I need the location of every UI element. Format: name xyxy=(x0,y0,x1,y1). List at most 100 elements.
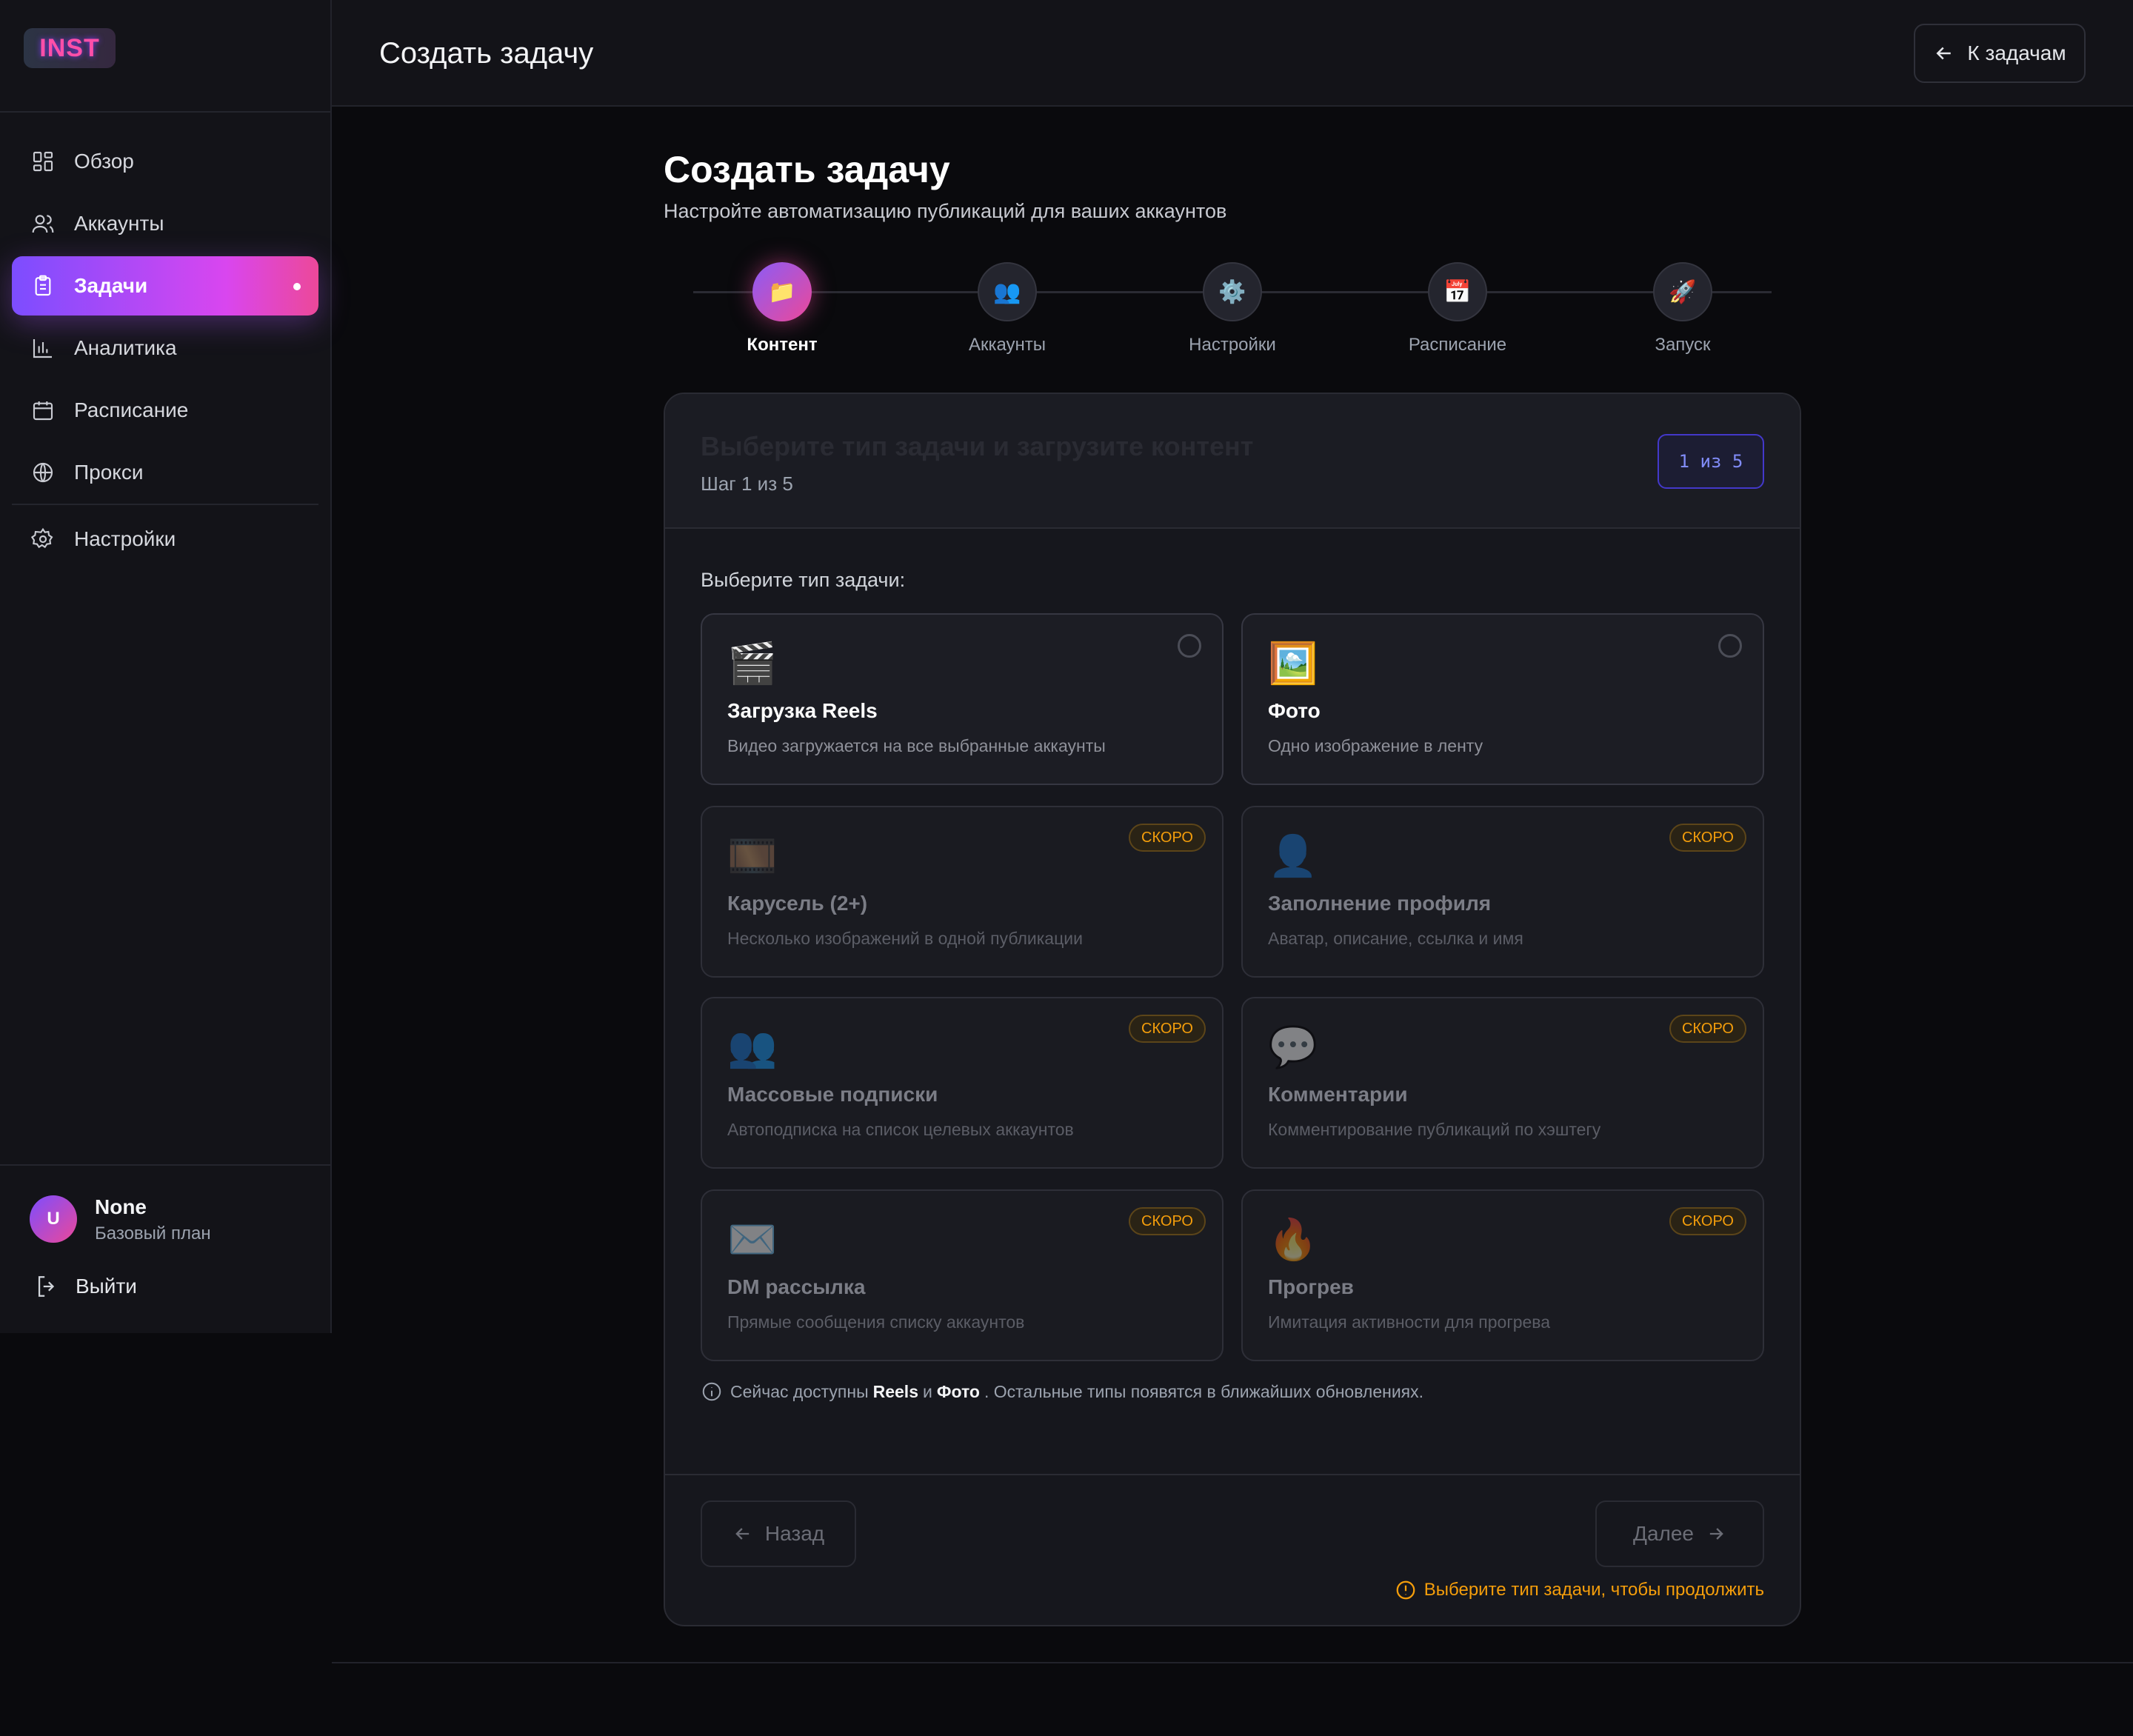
sidebar: INST Обзор Аккаунты Задачи Аналитика Рас… xyxy=(0,0,332,1333)
task-type-photo[interactable]: 🖼️ Фото Одно изображение в ленту xyxy=(1241,613,1764,785)
coming-soon-badge: СКОРО xyxy=(1669,1015,1746,1043)
gear-icon xyxy=(31,527,53,549)
note-prefix: Сейчас доступны xyxy=(730,1381,869,1401)
footer-divider xyxy=(332,1662,2133,1663)
arrow-left-icon xyxy=(735,1528,750,1540)
sidebar-item-label: Аккаунты xyxy=(74,212,164,235)
sidebar-item-overview[interactable]: Обзор xyxy=(12,132,318,191)
task-type-label: Выберите тип задачи: xyxy=(701,569,906,591)
grid-icon xyxy=(33,151,53,172)
envelope-icon: ✉️ xyxy=(727,1218,778,1262)
arrow-left-icon xyxy=(1936,47,1952,60)
task-type-title: DM рассылка xyxy=(727,1275,866,1298)
step-launch[interactable]: 🚀 Запуск xyxy=(1609,262,1757,355)
task-type-title: Комментарии xyxy=(1268,1083,1408,1106)
info-icon xyxy=(702,1382,721,1401)
back-button-label: Назад xyxy=(764,1522,825,1545)
people-icon: 👥 xyxy=(727,1025,778,1069)
validation-warning: Выберите тип задачи, чтобы продолжить xyxy=(1395,1579,1764,1601)
step-label: Запуск xyxy=(1655,335,1711,355)
step-label: Расписание xyxy=(1408,335,1507,355)
page-title: Создать задачу xyxy=(664,149,950,190)
clapperboard-icon: 🎬 xyxy=(727,641,778,686)
step-settings[interactable]: ⚙️ Настройки xyxy=(1158,262,1306,355)
card-title: Выберите тип задачи и загрузите контент xyxy=(701,431,1254,461)
active-indicator-dot xyxy=(293,283,301,290)
task-type-desc: Автоподписка на список целевых аккаунтов xyxy=(727,1120,1074,1139)
card-header: Выберите тип задачи и загрузите контент … xyxy=(665,394,1800,529)
radio-button[interactable] xyxy=(1178,634,1201,658)
availability-note: Сейчас доступны Reels и Фото . Остальные… xyxy=(701,1381,1423,1403)
task-type-follow: 👥 Массовые подписки Автоподписка на спис… xyxy=(701,997,1224,1169)
task-type-desc: Одно изображение в ленту xyxy=(1268,736,1483,755)
fire-icon: 🔥 xyxy=(1268,1218,1318,1262)
coming-soon-badge: СКОРО xyxy=(1129,1207,1206,1235)
sidebar-item-label: Настройки xyxy=(74,527,176,550)
next-button-label: Далее xyxy=(1632,1522,1695,1545)
task-type-title: Заполнение профиля xyxy=(1268,892,1492,915)
header-title: Создать задачу xyxy=(379,37,594,70)
note-reels: Reels xyxy=(872,1381,918,1401)
card-step-text: Шаг 1 из 5 xyxy=(701,473,793,495)
back-button[interactable]: Назад xyxy=(701,1500,856,1567)
step-label: Аккаунты xyxy=(968,335,1047,355)
coming-soon-badge: СКОРО xyxy=(1669,1207,1746,1235)
user-plan: Базовый план xyxy=(95,1223,211,1243)
step-schedule[interactable]: 📅 Расписание xyxy=(1383,262,1532,355)
radio-button[interactable] xyxy=(1718,634,1742,658)
sidebar-item-label: Аналитика xyxy=(74,336,177,359)
task-type-title: Массовые подписки xyxy=(727,1083,938,1106)
speech-bubble-icon: 💬 xyxy=(1268,1025,1318,1069)
rocket-icon: 🚀 xyxy=(1653,262,1712,321)
warning-text: Выберите тип задачи, чтобы продолжить xyxy=(1423,1580,1764,1600)
film-frames-icon: 🎞️ xyxy=(727,834,778,878)
next-button[interactable]: Далее xyxy=(1595,1500,1764,1567)
task-type-title: Прогрев xyxy=(1268,1275,1354,1298)
globe-icon xyxy=(33,462,53,483)
note-and: и xyxy=(922,1381,932,1401)
top-bar: Создать задачу К задачам xyxy=(332,0,2133,107)
logout-label: Выйти xyxy=(76,1275,137,1298)
person-icon: 👤 xyxy=(1268,834,1318,878)
back-to-tasks-label: К задачам xyxy=(1967,41,2066,64)
task-type-profile: 👤 Заполнение профиля Аватар, описание, с… xyxy=(1241,806,1764,978)
picture-icon: 🖼️ xyxy=(1268,641,1318,686)
arrow-right-icon xyxy=(1709,1528,1723,1540)
sidebar-item-tasks[interactable]: Задачи xyxy=(12,256,318,316)
task-type-desc: Имитация активности для прогрева xyxy=(1268,1312,1551,1332)
step-content[interactable]: 📁 Контент xyxy=(708,262,856,355)
user-name: None xyxy=(95,1195,147,1218)
sidebar-divider xyxy=(12,504,318,505)
step-label: Контент xyxy=(747,335,818,355)
step-accounts[interactable]: 👥 Аккаунты xyxy=(933,262,1081,355)
avatar[interactable]: U xyxy=(30,1195,77,1243)
task-type-carousel: 🎞️ Карусель (2+) Несколько изображений в… xyxy=(701,806,1224,978)
task-type-desc: Аватар, описание, ссылка и имя xyxy=(1268,929,1523,948)
sidebar-item-settings[interactable]: Настройки xyxy=(12,510,318,569)
app-logo[interactable]: INST xyxy=(24,28,116,68)
gear-icon: ⚙️ xyxy=(1203,262,1262,321)
task-type-reels[interactable]: 🎬 Загрузка Reels Видео загружается на вс… xyxy=(701,613,1224,785)
task-type-desc: Комментирование публикаций по хэштегу xyxy=(1268,1120,1601,1139)
sidebar-item-label: Прокси xyxy=(74,461,144,484)
calendar-icon: 📅 xyxy=(1428,262,1487,321)
users-icon xyxy=(32,215,54,233)
sidebar-item-proxy[interactable]: Прокси xyxy=(12,443,318,502)
sidebar-item-schedule[interactable]: Расписание xyxy=(12,381,318,440)
sidebar-divider xyxy=(0,1164,330,1166)
sidebar-item-label: Задачи xyxy=(74,274,148,297)
note-photo: Фото xyxy=(936,1381,980,1401)
page-subtitle: Настройте автоматизацию публикаций для в… xyxy=(664,200,1227,222)
task-type-title: Фото xyxy=(1268,699,1321,722)
task-type-desc: Несколько изображений в одной публикации xyxy=(727,929,1083,948)
back-to-tasks-button[interactable]: К задачам xyxy=(1914,24,2086,83)
task-type-title: Карусель (2+) xyxy=(727,892,868,915)
sidebar-divider xyxy=(0,111,330,113)
sidebar-item-analytics[interactable]: Аналитика xyxy=(12,318,318,378)
step-counter-badge: 1 из 5 xyxy=(1658,434,1764,489)
logout-button[interactable]: Выйти xyxy=(34,1274,137,1299)
sidebar-item-accounts[interactable]: Аккаунты xyxy=(12,194,318,253)
calendar-icon xyxy=(33,401,53,421)
coming-soon-badge: СКОРО xyxy=(1129,1015,1206,1043)
task-type-warmup: 🔥 Прогрев Имитация активности для прогре… xyxy=(1241,1189,1764,1361)
